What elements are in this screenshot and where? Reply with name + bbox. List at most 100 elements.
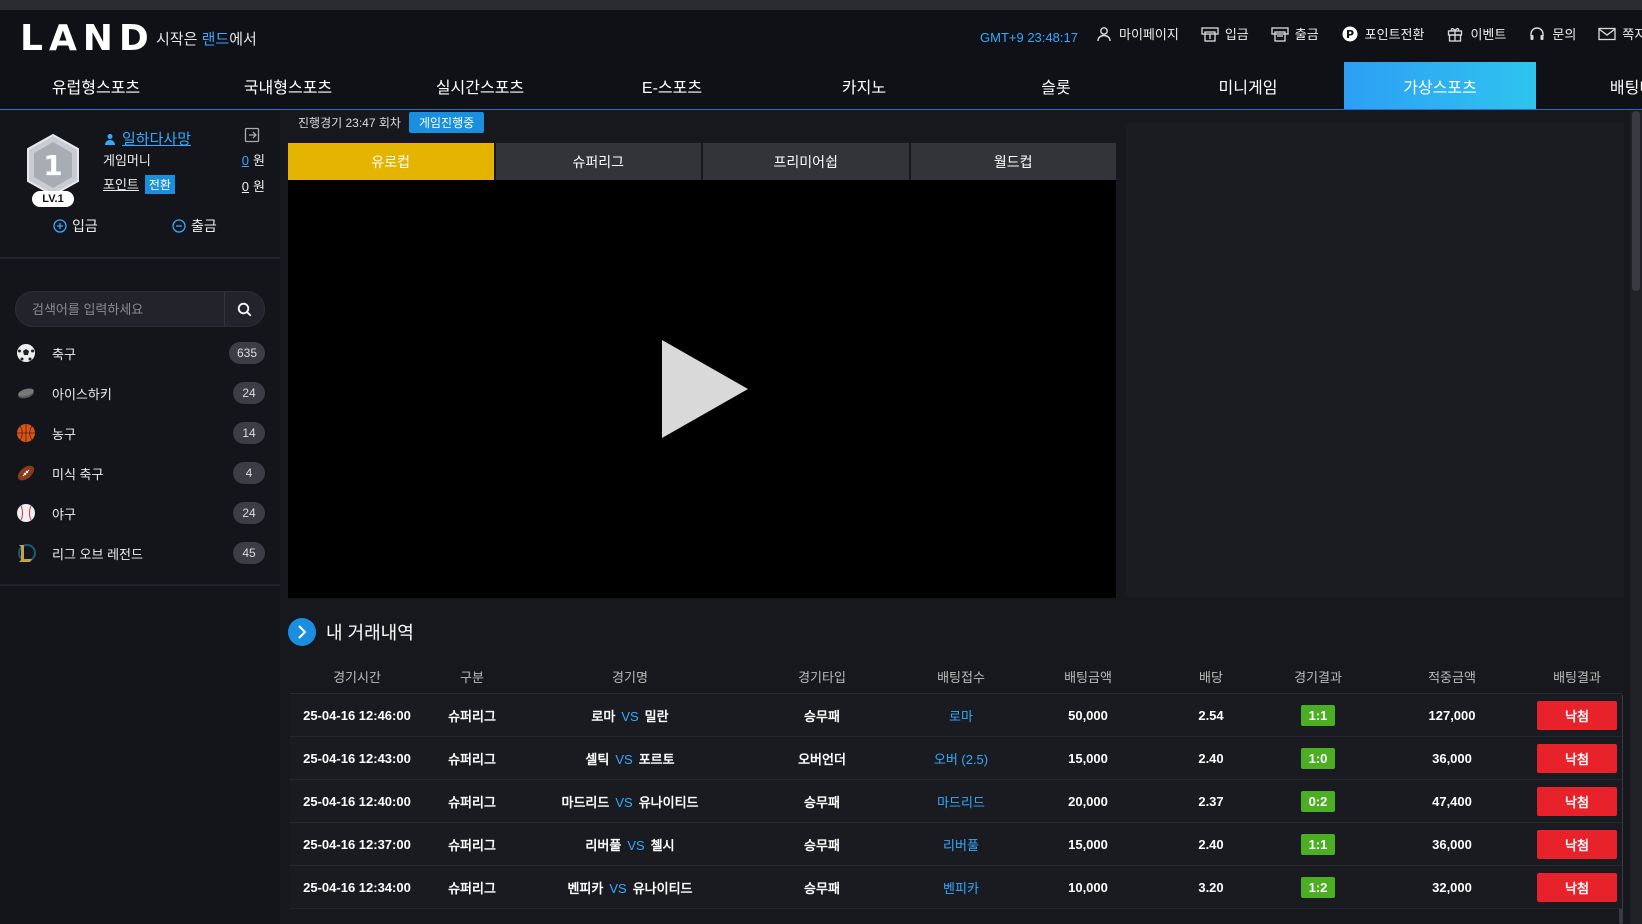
username-link[interactable]: 일하다사망 xyxy=(104,128,191,149)
tab-esports[interactable]: E-스포츠 xyxy=(576,62,768,109)
withdraw-link[interactable]: 출금 xyxy=(1271,24,1319,43)
sidebar-withdraw-button[interactable]: 출금 xyxy=(172,216,217,236)
server-clock: GMT+9 23:48:17 xyxy=(980,30,1078,45)
point-convert-link[interactable]: P 포인트전환 xyxy=(1341,24,1424,43)
logo[interactable]: LAND xyxy=(20,18,155,59)
chevron-right-icon xyxy=(288,618,316,646)
sport-item-soccer[interactable]: 축구 635 xyxy=(0,333,280,373)
sport-item-lol[interactable]: 리그 오브 레전드 45 xyxy=(0,533,280,573)
tagline-prefix: 시작은 xyxy=(156,31,202,48)
point-label: 포인트 xyxy=(103,177,139,192)
tab-worldcup[interactable]: 월드컵 xyxy=(910,143,1116,180)
cell-pick: 리버풀 xyxy=(943,837,979,853)
col-type: 경기타입 xyxy=(798,670,846,685)
football-icon xyxy=(17,465,35,481)
message-link[interactable]: 쪽지 xyxy=(1598,24,1642,43)
event-link[interactable]: 이벤트 xyxy=(1446,24,1506,43)
vs-label: VS xyxy=(615,794,633,810)
sport-count: 4 xyxy=(233,462,265,484)
search-icon xyxy=(237,302,252,316)
tab-domestic-sports[interactable]: 국내형스포츠 xyxy=(192,62,384,109)
tab-casino[interactable]: 카지노 xyxy=(768,62,960,109)
sport-item-baseball[interactable]: 야구 24 xyxy=(0,493,280,533)
game-status: 진행경기 23:47 회차 게임진행중 xyxy=(298,111,485,133)
hockey-puck-icon xyxy=(18,388,34,399)
search-button[interactable] xyxy=(224,292,264,326)
cell-league: 슈퍼리그 xyxy=(448,880,496,896)
sport-item-american-football[interactable]: 미식 축구 4 xyxy=(0,453,280,493)
point-value: 0원 xyxy=(242,176,265,195)
sidebar-divider xyxy=(0,257,280,259)
baseball-icon xyxy=(17,504,35,522)
game-money-value: 0원 xyxy=(242,150,265,169)
tab-premiership[interactable]: 프리미어쉽 xyxy=(703,143,909,180)
inquiry-link[interactable]: 문의 xyxy=(1528,24,1576,43)
deposit-link[interactable]: 입금 xyxy=(1201,24,1249,43)
search-input[interactable] xyxy=(32,292,222,326)
tab-minigame[interactable]: 미니게임 xyxy=(1152,62,1344,109)
sport-item-icehockey[interactable]: 아이스하키 24 xyxy=(0,373,280,413)
away-team: 밀란 xyxy=(644,708,669,724)
point-convert-button[interactable]: 전환 xyxy=(144,175,175,194)
result-badge: 낙첨 xyxy=(1537,872,1617,902)
mypage-link[interactable]: 마이페이지 xyxy=(1095,24,1179,43)
col-amount: 배팅금액 xyxy=(1064,670,1112,685)
cell-time: 25-04-16 12:43:00 xyxy=(303,750,411,766)
sport-item-basketball[interactable]: 농구 14 xyxy=(0,413,280,453)
page-scrollbar-thumb[interactable] xyxy=(1632,111,1640,291)
cell-amount: 15,000 xyxy=(1068,750,1108,766)
tab-slot[interactable]: 슬롯 xyxy=(960,62,1152,109)
cell-odds: 2.54 xyxy=(1198,707,1224,723)
lol-icon xyxy=(18,544,36,562)
table-row[interactable]: 25-04-16 12:43:00 슈퍼리그 셀틱 VS 포르토 오버언더 오버 (2.5)… xyxy=(290,737,1622,780)
table-row[interactable]: 25-04-16 12:40:00 슈퍼리그 마드리드 VS 유나이티드 승무패 마드리드 2… xyxy=(290,780,1622,823)
cell-type: 승무패 xyxy=(804,708,840,724)
home-team: 마드리드 xyxy=(561,794,610,810)
cell-odds: 3.20 xyxy=(1198,879,1224,895)
sport-list: 축구 635 아이스하키 24 농구 14 미식 축구 4 야구 24 리그 오… xyxy=(0,333,280,573)
tagline: 시작은 랜드에서 xyxy=(156,28,257,49)
history-title: 내 거래내역 xyxy=(326,623,414,643)
tab-live-sports[interactable]: 실시간스포츠 xyxy=(384,62,576,109)
table-row[interactable]: 25-04-16 12:37:00 슈퍼리그 리버풀 VS 첼시 승무패 리버풀 15,000… xyxy=(290,823,1622,866)
play-icon[interactable] xyxy=(660,338,750,440)
cell-win: 36,000 xyxy=(1432,836,1472,852)
table-row[interactable]: 25-04-16 12:34:00 슈퍼리그 벤피카 VS 유나이티드 승무패 벤피카 10,… xyxy=(290,866,1622,909)
cell-time: 25-04-16 12:34:00 xyxy=(303,879,411,895)
basketball-icon xyxy=(17,424,35,442)
cell-score: 1:0 xyxy=(1264,747,1372,769)
deposit-label: 입금 xyxy=(1224,27,1249,42)
table-row[interactable]: 25-04-16 12:46:00 슈퍼리그 로마 VS 밀란 승무패 로마 50,000 2.… xyxy=(290,694,1622,737)
sport-name: 야구 xyxy=(52,506,76,522)
tab-betting-history[interactable]: 배팅내 xyxy=(1536,62,1642,109)
soccer-ball-icon xyxy=(17,344,35,362)
user-small-icon xyxy=(105,133,115,145)
deposit-icon xyxy=(1201,25,1219,43)
sport-count: 14 xyxy=(233,422,265,444)
cell-score: 1:1 xyxy=(1264,833,1372,855)
sport-name: 농구 xyxy=(52,426,76,442)
video-player[interactable] xyxy=(288,180,1116,598)
cell-pick: 벤피카 xyxy=(943,880,979,896)
tab-european-sports[interactable]: 유럽형스포츠 xyxy=(0,62,192,109)
cell-result: 낙첨 xyxy=(1532,700,1622,730)
tab-eurocup[interactable]: 유로컵 xyxy=(288,143,494,180)
result-badge: 낙첨 xyxy=(1537,700,1617,730)
col-match: 경기명 xyxy=(612,670,648,685)
sport-count: 24 xyxy=(233,382,265,404)
score-badge: 1:2 xyxy=(1300,876,1336,898)
minus-circle-icon xyxy=(172,219,186,233)
cell-win: 36,000 xyxy=(1432,750,1472,766)
main-nav: 유럽형스포츠 국내형스포츠 실시간스포츠 E-스포츠 카지노 슬롯 미니게임 가… xyxy=(0,62,1642,110)
cell-result: 낙첨 xyxy=(1532,829,1622,859)
tab-superleague[interactable]: 슈퍼리그 xyxy=(495,143,701,180)
tab-virtual-sports[interactable]: 가상스포츠 xyxy=(1344,62,1536,109)
level-label: LV.1 xyxy=(32,191,74,207)
plus-circle-icon xyxy=(53,219,67,233)
home-team: 리버풀 xyxy=(585,837,622,853)
away-team: 유나이티드 xyxy=(638,794,699,810)
vs-label: VS xyxy=(615,751,633,767)
sidebar-deposit-button[interactable]: 입금 xyxy=(53,216,98,236)
history-table: 경기시간 구분 경기명 경기타입 배팅접수 배팅금액 배당 경기결과 적중금액 … xyxy=(290,660,1622,909)
logout-icon[interactable] xyxy=(244,127,260,143)
